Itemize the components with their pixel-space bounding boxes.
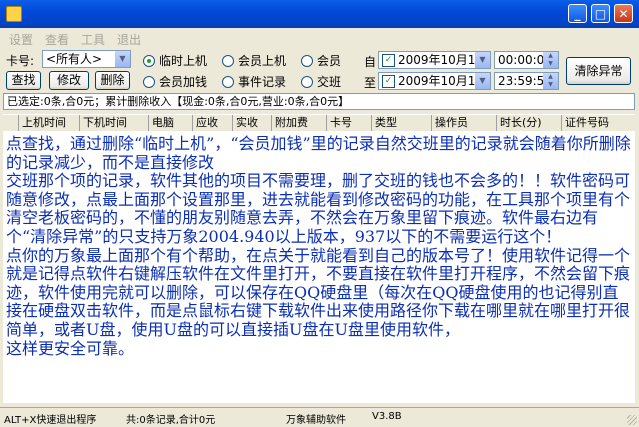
column-header[interactable]: 时长(分) <box>497 115 562 131</box>
radio-dot-icon <box>143 75 155 88</box>
minimize-button[interactable]: _ <box>568 4 587 23</box>
radio-member-topup[interactable]: 会员加钱 <box>143 73 207 90</box>
radio-dot-icon <box>301 75 313 88</box>
column-header[interactable]: 实收 <box>233 115 272 131</box>
menu-view[interactable]: 查看 <box>45 31 69 48</box>
card-select-value: <所有人> <box>46 52 103 66</box>
menu-bar: 设置 查看 工具 退出 <box>0 28 639 47</box>
close-button[interactable]: ✕ <box>614 4 633 23</box>
clear-errors-button[interactable]: 清除异常 <box>566 57 631 85</box>
chevron-down-icon[interactable]: ▼ <box>475 52 490 68</box>
radio-shift-handover[interactable]: 交班 <box>301 73 341 90</box>
column-header[interactable]: 下机时间 <box>80 115 149 131</box>
version-label: V3.8B <box>372 411 402 422</box>
column-header[interactable]: 上机时间 <box>19 115 80 131</box>
radio-member[interactable]: 会员 <box>301 52 341 69</box>
column-header[interactable]: 操作员 <box>432 115 497 131</box>
resize-grip-icon[interactable] <box>627 415 637 425</box>
radio-event-log[interactable]: 事件记录 <box>222 73 286 90</box>
chevron-down-icon[interactable]: ▼ <box>115 51 130 67</box>
from-label: 自 <box>364 55 377 69</box>
menu-tools[interactable]: 工具 <box>81 31 105 48</box>
selection-summary: 已选定:0条,合0元；累计删除收入【现金:0条,合0元,营业:0条,合0元】 <box>3 93 635 110</box>
title-bar: _ □ ✕ <box>0 0 639 28</box>
card-select[interactable]: <所有人> ▼ <box>42 50 131 68</box>
to-date-picker[interactable]: ✓ 2009年10月16日 ▼ <box>378 72 491 90</box>
column-header[interactable]: 卡号 <box>327 115 372 131</box>
radio-dot-icon <box>301 54 313 67</box>
instruction-paragraph: 这样更安全可靠。 <box>6 338 135 358</box>
checkbox-icon[interactable]: ✓ <box>382 75 395 88</box>
search-button[interactable]: 查找 <box>6 71 41 90</box>
modify-button[interactable]: 修改 <box>49 71 89 90</box>
maximize-button[interactable]: □ <box>591 4 610 23</box>
column-header[interactable]: 应收 <box>193 115 233 131</box>
radio-member-online[interactable]: 会员上机 <box>222 52 286 69</box>
to-label: 至 <box>364 76 377 90</box>
instruction-paragraph: 交班那个项的记录，软件其他的项目不需要理，删了交班的钱也不会多的！！软件密码可随… <box>6 171 631 246</box>
chevron-down-icon[interactable]: ▼ <box>475 73 490 89</box>
shortcut-hint: ALT+X快速退出程序 <box>4 415 97 426</box>
row-indicator-column <box>3 115 19 131</box>
card-label: 卡号: <box>6 54 35 68</box>
instruction-paragraph: 点查找，通过删除“临时上机”，“会员加钱”里的记录自然交班里的记录就会随着你所删… <box>6 134 631 172</box>
column-header[interactable]: 类型 <box>372 115 432 131</box>
column-header[interactable]: 电脑 <box>149 115 193 131</box>
instruction-text: 点查找，通过删除“临时上机”，“会员加钱”里的记录自然交班里的记录就会随着你所删… <box>6 134 631 358</box>
record-count: 共:0条记录,合计0元 <box>126 415 216 426</box>
from-date-picker[interactable]: ✓ 2009年10月16日 ▼ <box>378 51 491 69</box>
records-area[interactable]: 点查找，通过删除“临时上机”，“会员加钱”里的记录自然交班里的记录就会随着你所删… <box>3 131 635 403</box>
column-header[interactable]: 附加费 <box>272 115 327 131</box>
radio-dot-icon <box>222 75 234 88</box>
status-bar: ALT+X快速退出程序 共:0条记录,合计0元 万象辅助软件 V3.8B <box>0 407 639 427</box>
radio-dot-icon <box>222 54 234 67</box>
column-header[interactable]: 证件号码 <box>562 115 635 131</box>
to-time-spinner[interactable]: 23:59:59 ▲ ▼ <box>494 72 559 90</box>
radio-temp-online[interactable]: 临时上机 <box>143 52 207 69</box>
menu-settings[interactable]: 设置 <box>9 31 33 48</box>
menu-exit[interactable]: 退出 <box>117 31 141 48</box>
spinner-arrows-icon[interactable]: ▲ ▼ <box>543 52 558 68</box>
instruction-paragraph: 点你的万象最上面那个有个帮助，在点关于就能看到自己的版本号了！使用软件记得一个就… <box>6 245 631 339</box>
from-time-spinner[interactable]: 00:00:00 ▲ ▼ <box>494 51 559 69</box>
spinner-arrows-icon[interactable]: ▲ ▼ <box>543 73 558 89</box>
radio-dot-icon <box>143 54 155 67</box>
app-name: 万象辅助软件 <box>286 415 346 426</box>
checkbox-icon[interactable]: ✓ <box>382 54 395 67</box>
delete-button[interactable]: 删除 <box>95 71 130 90</box>
app-icon <box>6 6 22 22</box>
